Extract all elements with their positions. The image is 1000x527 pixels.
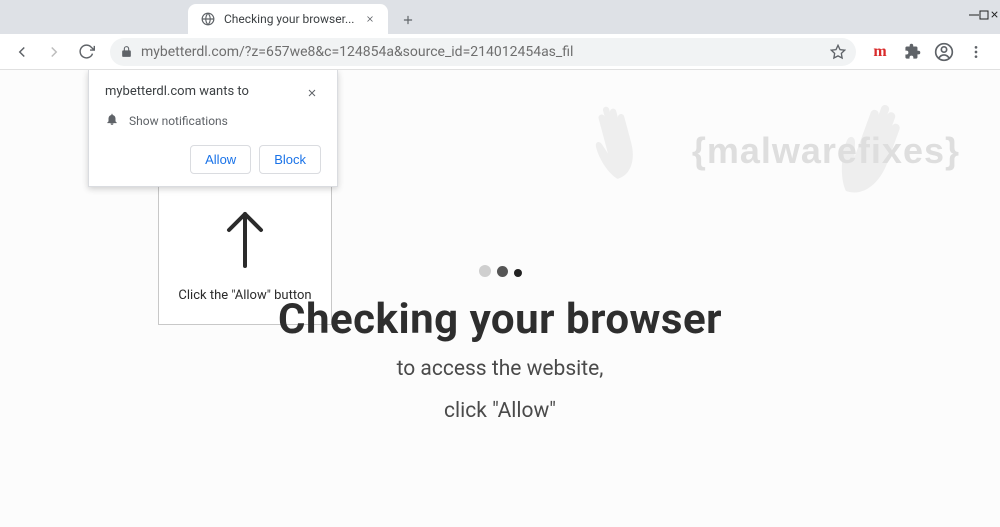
page-subline-1: to access the website, bbox=[278, 354, 722, 386]
window-titlebar: Checking your browser... bbox=[0, 0, 1000, 34]
tab-favicon-globe-icon bbox=[200, 11, 216, 27]
notification-permission-popup: mybetterdl.com wants to Show notificatio… bbox=[88, 70, 338, 187]
bell-icon bbox=[105, 112, 119, 129]
permission-close-icon[interactable] bbox=[303, 84, 321, 102]
nav-forward-button[interactable] bbox=[40, 38, 68, 66]
main-content: Checking your browser to access the webs… bbox=[278, 265, 722, 427]
watermark-text: {malwarefixes} bbox=[692, 130, 960, 172]
extension-m-icon[interactable]: m bbox=[870, 42, 890, 62]
browser-tab[interactable]: Checking your browser... bbox=[188, 4, 388, 34]
page-heading: Checking your browser bbox=[278, 295, 722, 344]
profile-avatar-icon[interactable] bbox=[934, 42, 954, 62]
arrow-up-icon bbox=[221, 208, 269, 274]
browser-toolbar: mybetterdl.com/?z=657we8&c=124854a&sourc… bbox=[0, 34, 1000, 70]
nav-back-button[interactable] bbox=[8, 38, 36, 66]
new-tab-button[interactable] bbox=[394, 6, 422, 34]
page-viewport: {malwarefixes} mybetterdl.com wants to S… bbox=[0, 70, 1000, 527]
block-button[interactable]: Block bbox=[259, 145, 321, 174]
nav-reload-button[interactable] bbox=[72, 38, 100, 66]
lock-icon bbox=[120, 45, 133, 58]
bookmark-star-icon[interactable] bbox=[830, 44, 846, 60]
allow-button[interactable]: Allow bbox=[190, 145, 251, 174]
window-minimize-button[interactable] bbox=[969, 5, 979, 24]
address-bar[interactable]: mybetterdl.com/?z=657we8&c=124854a&sourc… bbox=[110, 38, 856, 66]
permission-prompt-text: mybetterdl.com wants to bbox=[105, 84, 249, 99]
watermark-hand-icon bbox=[569, 80, 680, 194]
window-maximize-button[interactable] bbox=[979, 5, 989, 24]
watermark-hand-icon bbox=[809, 75, 961, 230]
url-text: mybetterdl.com/?z=657we8&c=124854a&sourc… bbox=[141, 44, 822, 60]
extensions-puzzle-icon[interactable] bbox=[902, 42, 922, 62]
tab-title: Checking your browser... bbox=[224, 12, 354, 26]
permission-type-label: Show notifications bbox=[129, 114, 228, 128]
browser-menu-icon[interactable] bbox=[966, 42, 986, 62]
loading-dots-icon bbox=[278, 265, 722, 277]
window-close-button[interactable] bbox=[989, 5, 1000, 24]
page-subline-2: click "Allow" bbox=[278, 396, 722, 428]
tab-close-icon[interactable] bbox=[362, 11, 378, 27]
